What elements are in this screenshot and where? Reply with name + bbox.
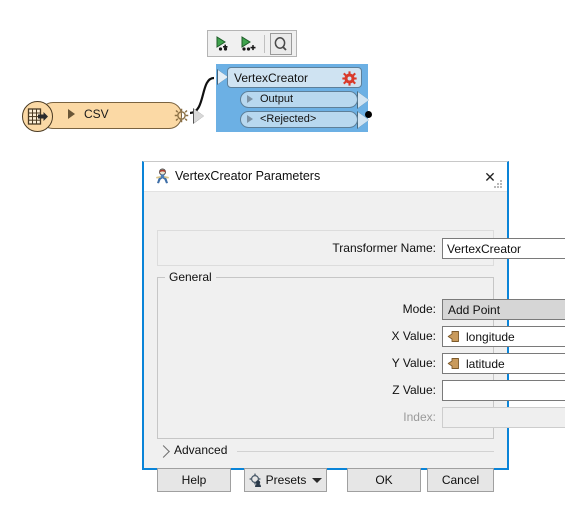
- rejected-port-endpoint-dot: [365, 111, 372, 118]
- node-port-rejected[interactable]: <Rejected>: [240, 111, 358, 128]
- gear-icon[interactable]: [174, 108, 189, 123]
- gear-icon[interactable]: [342, 71, 357, 86]
- screen: VertexCreator Output <Rejected> CSV Vert…: [0, 0, 565, 523]
- cancel-button-label: Cancel: [441, 473, 480, 487]
- node-port-label: Output: [260, 93, 294, 105]
- mode-combobox[interactable]: Add Point: [442, 299, 565, 320]
- toolbar-separator: [263, 34, 265, 53]
- transformer-name-input[interactable]: VertexCreator: [442, 238, 565, 259]
- transformer-name-value: VertexCreator: [447, 241, 522, 256]
- help-button[interactable]: Help: [157, 468, 231, 492]
- run-to-this-icon[interactable]: [212, 33, 234, 55]
- inspect-icon[interactable]: [269, 32, 292, 55]
- y-value-text: latitude: [466, 356, 505, 371]
- general-group-legend: General: [165, 270, 216, 284]
- csv-node-label: CSV: [84, 107, 109, 121]
- resize-grip[interactable]: [493, 179, 504, 190]
- node-port-output[interactable]: Output: [240, 91, 358, 108]
- node-port-label: <Rejected>: [260, 113, 317, 125]
- x-value-text: longitude: [466, 329, 515, 344]
- presets-button-label: Presets: [265, 473, 307, 487]
- caret-down-icon: [312, 477, 323, 483]
- x-value-label: X Value:: [391, 329, 436, 343]
- x-value-input[interactable]: longitude: [442, 326, 565, 347]
- y-value-input[interactable]: latitude: [442, 353, 565, 374]
- z-value-input[interactable]: [442, 380, 565, 401]
- chevron-right-icon: [157, 445, 170, 458]
- node-toolbar[interactable]: [207, 30, 297, 57]
- port-triangle-icon: [247, 95, 253, 103]
- csv-expand-triangle-icon: [68, 109, 75, 119]
- node-vertexcreator[interactable]: VertexCreator Output <Rejected>: [216, 64, 369, 132]
- vertexcreator-parameters-dialog[interactable]: VertexCreator Parameters ✕ Transformer N…: [142, 161, 565, 492]
- node-title-label: VertexCreator: [234, 71, 309, 85]
- presets-button[interactable]: Presets: [244, 468, 327, 492]
- node-title-bar[interactable]: VertexCreator: [227, 67, 362, 88]
- csv-output-port[interactable]: [194, 109, 204, 123]
- dialog-button-row: Help Presets OK Cancel: [157, 468, 494, 492]
- output-port-arrow-1[interactable]: [358, 92, 369, 108]
- ok-button[interactable]: OK: [347, 468, 421, 492]
- help-button-label: Help: [181, 473, 207, 487]
- csv-reader-icon: [22, 101, 53, 132]
- port-triangle-icon: [247, 115, 253, 123]
- mode-value: Add Point: [448, 302, 501, 317]
- y-value-label: Y Value:: [391, 356, 436, 370]
- advanced-label: Advanced: [174, 443, 233, 457]
- presets-icon: [249, 473, 263, 487]
- mode-label: Mode:: [402, 302, 436, 316]
- advanced-section-toggle[interactable]: Advanced: [157, 443, 494, 461]
- ok-button-label: OK: [375, 473, 393, 487]
- transformer-name-label: Transformer Name:: [332, 241, 436, 255]
- dialog-title: VertexCreator Parameters: [175, 169, 321, 183]
- index-input: [442, 407, 565, 428]
- attribute-icon: [447, 330, 460, 343]
- cancel-button[interactable]: Cancel: [427, 468, 494, 492]
- csv-node-body[interactable]: [40, 102, 182, 129]
- z-value-label: Z Value:: [392, 383, 436, 397]
- attribute-icon: [447, 357, 460, 370]
- fme-transformer-icon: [154, 168, 171, 185]
- advanced-divider: [237, 451, 494, 452]
- index-label: Index:: [403, 410, 436, 424]
- node-csv-reader[interactable]: CSV: [22, 101, 204, 132]
- dialog-title-bar[interactable]: VertexCreator Parameters ✕: [144, 162, 507, 192]
- run-from-this-icon[interactable]: [237, 33, 259, 55]
